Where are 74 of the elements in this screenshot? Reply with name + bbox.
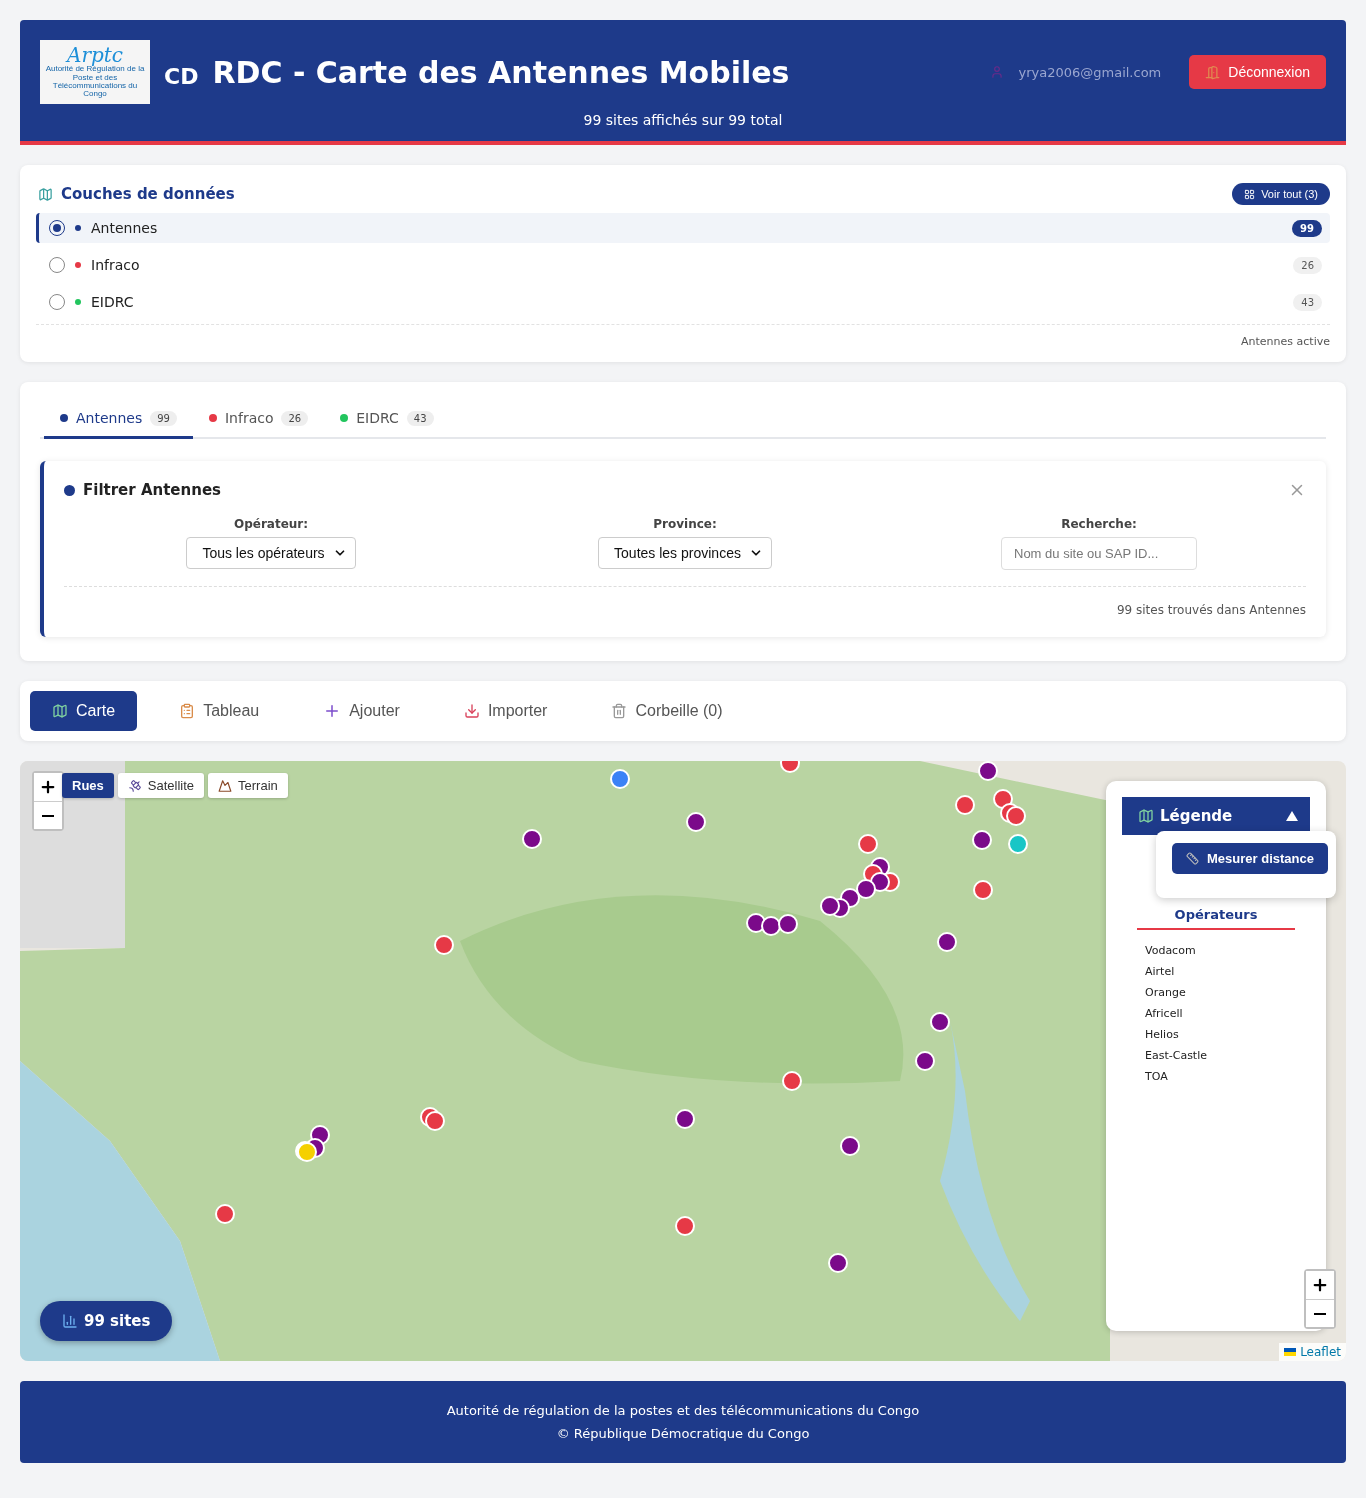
layer-label: EIDRC xyxy=(91,294,135,310)
triangle-icon xyxy=(1286,811,1298,821)
operator-label: Orange xyxy=(1145,986,1187,999)
base-layer-button[interactable]: Satellite xyxy=(117,773,205,798)
operator-label: Vodacom xyxy=(1145,944,1197,957)
plus-icon xyxy=(39,778,57,796)
logout-button[interactable]: Déconnexion xyxy=(1189,55,1326,89)
ruler-icon xyxy=(1186,852,1199,865)
nav-tab[interactable]: Ajouter xyxy=(301,691,422,731)
tab-count: 99 xyxy=(150,410,177,426)
field-label: Province: xyxy=(653,517,717,531)
count-badge: 26 xyxy=(1293,256,1322,274)
map-icon xyxy=(52,703,68,719)
filter-tab[interactable]: Antennes 99 xyxy=(44,398,193,439)
satellite-icon xyxy=(127,778,142,793)
user-email: yrya2006@gmail.com xyxy=(1018,64,1162,80)
page-title: RDC - Carte des Antennes Mobiles xyxy=(212,54,791,90)
layers-title: Couches de données xyxy=(61,185,235,203)
download-icon xyxy=(463,703,480,719)
tab-count: 26 xyxy=(281,410,309,426)
clipboard-icon xyxy=(179,703,196,719)
map-icon xyxy=(1138,808,1154,824)
base-layer-button[interactable]: Rues xyxy=(62,773,114,798)
show-all-button[interactable]: Voir tout (3) xyxy=(1232,183,1330,205)
door-icon xyxy=(1205,64,1221,80)
field-label: Opérateur: xyxy=(233,517,309,531)
flag-icon xyxy=(1284,1348,1297,1356)
layer-item[interactable]: Infraco 26 xyxy=(36,250,1330,280)
nav-tab[interactable]: Carte xyxy=(30,691,138,731)
operator-label: East-Castle xyxy=(1145,1049,1208,1062)
layer-item[interactable]: Antennes 99 xyxy=(36,213,1330,243)
tab-count: 43 xyxy=(406,410,434,426)
legend-toggle[interactable]: Légende xyxy=(1122,797,1310,835)
footer-text: Autorité de régulation de la postes et des télécommunications du Congo xyxy=(446,1403,920,1418)
search-field[interactable]: Nom du site ou SAP ID... xyxy=(1001,537,1197,570)
layer-status: Antennes active xyxy=(36,324,1330,348)
filter-tab[interactable]: Infraco 26 xyxy=(192,398,325,439)
operator-label: Airtel xyxy=(1145,965,1176,978)
filter-dot xyxy=(64,484,75,496)
logo-caption: Autorité de Régulation de la Poste et des Télécommunications du Congo xyxy=(44,65,146,99)
site-count-badge: 99 sites xyxy=(40,1301,173,1341)
operators-heading: Opérateurs xyxy=(1137,907,1295,930)
result-count: 99 sites trouvés dans Antennes xyxy=(1115,602,1306,617)
base-layer-button[interactable]: Terrain xyxy=(208,773,288,798)
bar-chart-icon xyxy=(62,1313,78,1329)
page-subtitle: 99 sites affichés sur 99 total xyxy=(583,112,783,128)
plus-icon xyxy=(1311,1276,1329,1294)
filter-title: Filtrer Antennes xyxy=(83,481,221,499)
layer-label: Antennes xyxy=(91,220,159,236)
select-field[interactable]: Toutes les provinces xyxy=(598,537,772,569)
layer-item[interactable]: EIDRC 43 xyxy=(36,287,1330,317)
grid-icon xyxy=(1244,188,1256,200)
operator-label: TOA xyxy=(1145,1070,1169,1083)
count-badge: 99 xyxy=(1292,219,1322,237)
logo-text: Arptc xyxy=(66,45,123,66)
operator-label: Helios xyxy=(1145,1028,1180,1041)
field-label: Recherche: xyxy=(1061,517,1137,531)
flag-code: CD xyxy=(164,63,199,89)
nav-tab[interactable]: Corbeille (0) xyxy=(589,691,745,731)
user-icon xyxy=(990,65,1005,79)
mountain-icon xyxy=(218,778,233,793)
measure-distance-button[interactable]: Mesurer distance xyxy=(1172,843,1328,874)
nav-tab[interactable]: Importer xyxy=(441,691,570,731)
operator-label: Africell xyxy=(1145,1007,1184,1020)
layer-label: Infraco xyxy=(91,257,141,273)
map-icon xyxy=(38,186,53,202)
footer-text: © République Démocratique du Congo xyxy=(556,1426,810,1441)
trash-icon xyxy=(611,703,628,719)
zoom-out-button[interactable] xyxy=(34,801,62,829)
zoom-out-button[interactable] xyxy=(1306,1299,1334,1327)
select-field[interactable]: Tous les opérateurs xyxy=(186,537,356,569)
count-badge: 43 xyxy=(1293,293,1322,311)
nav-tab[interactable]: Tableau xyxy=(157,691,282,731)
filter-tab[interactable]: EIDRC 43 xyxy=(324,398,450,439)
